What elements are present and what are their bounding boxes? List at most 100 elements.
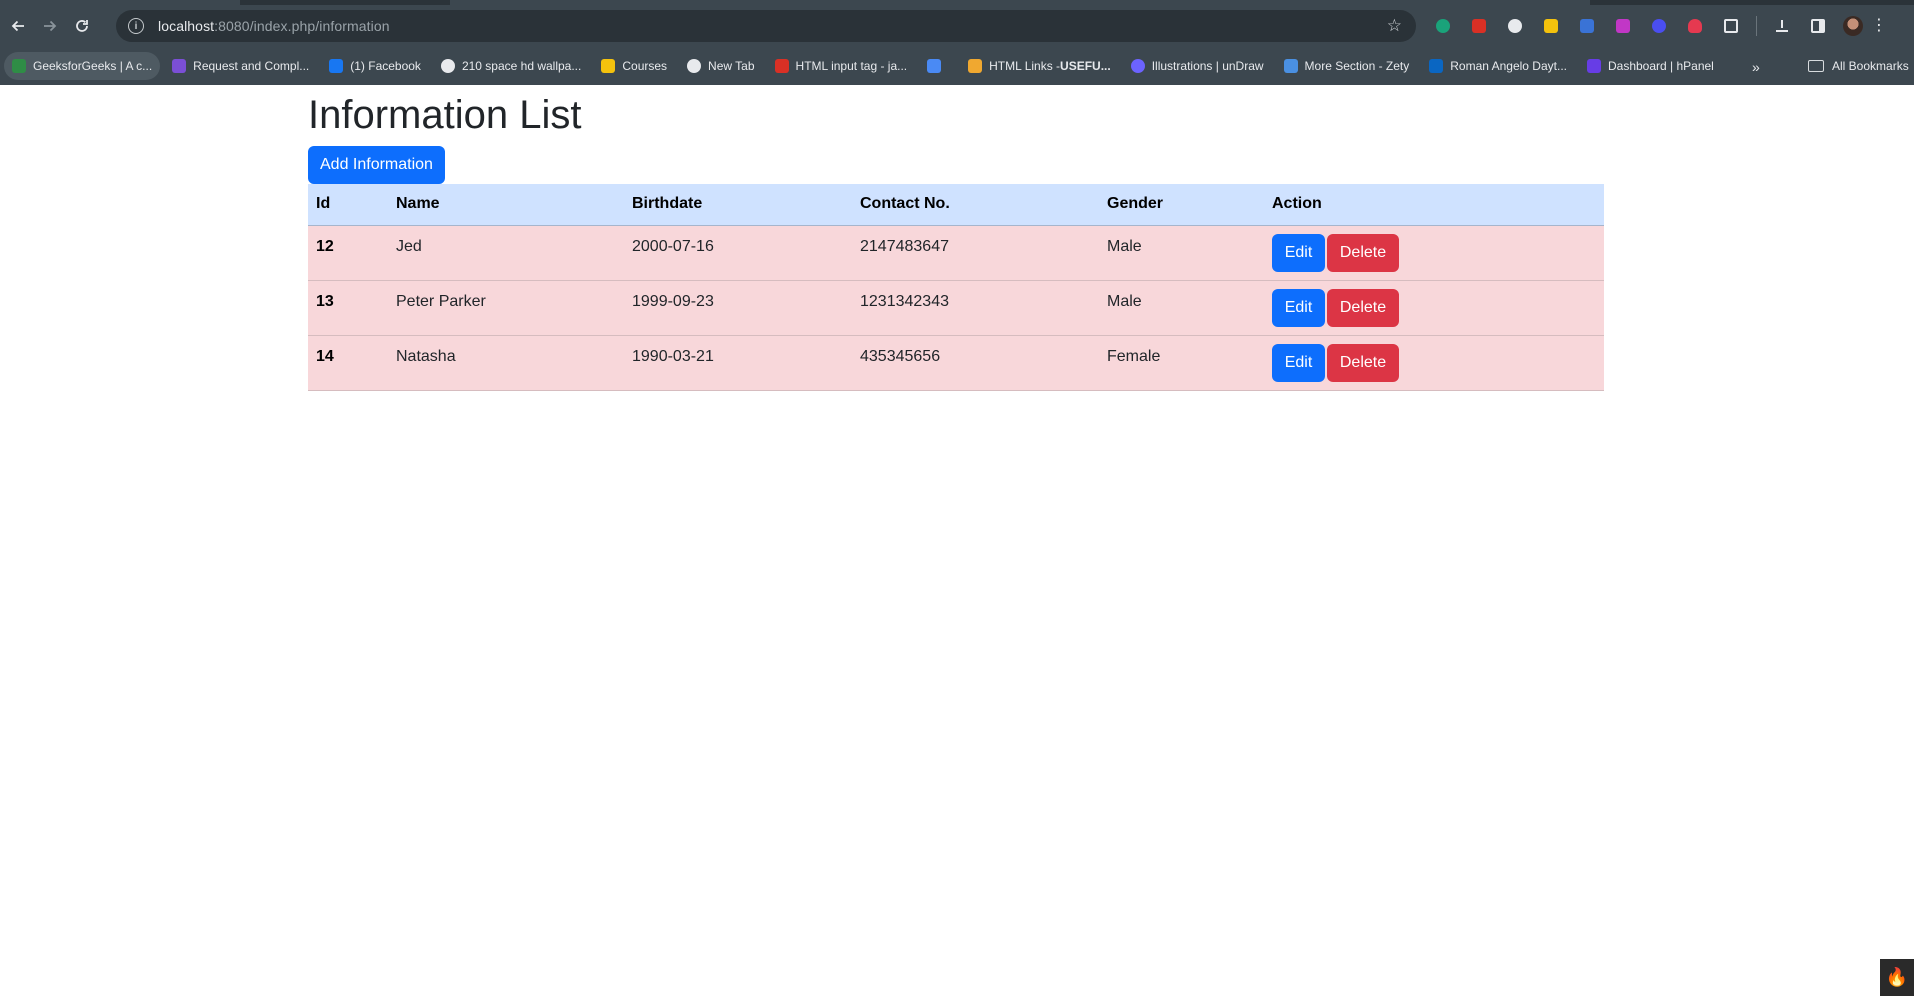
bookmark-favicon-icon [12, 59, 26, 73]
profile-avatar[interactable] [1843, 16, 1863, 36]
bookmark-item[interactable]: HTML Links - USEFU... [960, 52, 1119, 80]
reload-button[interactable] [66, 10, 98, 42]
back-button[interactable] [2, 10, 34, 42]
main-container: Information List Add Information Id Name… [308, 85, 1604, 391]
extension-icon[interactable] [1540, 15, 1562, 37]
bookmark-favicon-icon [968, 59, 983, 73]
delete-button[interactable]: Delete [1327, 343, 1399, 382]
bookmark-label: More Section - Zety [1304, 59, 1410, 73]
column-header-name: Name [388, 184, 624, 226]
contact-cell: 2147483647 [852, 225, 1099, 281]
table-row: 12 Jed 2000-07-16 2147483647 Male Edit Delete [308, 225, 1604, 281]
birthdate-cell: 1999-09-23 [624, 280, 852, 336]
bookmark-label: Courses [622, 59, 668, 73]
bookmark-item[interactable]: HTML input tag - ja... [767, 52, 916, 80]
bookmark-star-icon[interactable]: ☆ [1387, 17, 1402, 34]
url-path: :8080/index.php/information [214, 18, 390, 34]
bookmark-label: Request and Compl... [193, 59, 310, 73]
page-content: Information List Add Information Id Name… [0, 85, 1914, 996]
table-header-row: Id Name Birthdate Contact No. Gender Act… [308, 184, 1604, 226]
more-bookmarks-chevron-icon[interactable]: » [1752, 59, 1760, 75]
browser-chrome: i localhost:8080/index.php/information ☆… [0, 0, 1914, 85]
bookmark-item[interactable]: Roman Angelo Dayt... [1421, 52, 1575, 80]
bookmark-favicon-icon [927, 59, 942, 73]
address-bar[interactable]: i localhost:8080/index.php/information ☆ [116, 10, 1416, 42]
id-cell: 12 [308, 225, 388, 281]
bookmark-item[interactable]: Request and Compl... [164, 52, 317, 80]
extension-icon[interactable] [1468, 15, 1490, 37]
delete-button[interactable]: Delete [1327, 233, 1399, 272]
bookmark-favicon-icon [329, 59, 344, 73]
table-body: 12 Jed 2000-07-16 2147483647 Male Edit Delete 1… [308, 225, 1604, 391]
arrow-right-icon [44, 20, 57, 32]
bookmark-label: New Tab [708, 59, 755, 73]
bookmark-favicon-icon [774, 59, 789, 73]
url-text[interactable]: localhost:8080/index.php/information [158, 18, 390, 34]
bookmark-favicon-icon [1429, 59, 1444, 73]
reload-icon [76, 20, 88, 32]
bookmark-item[interactable]: Courses [593, 52, 675, 80]
all-bookmarks-folder[interactable]: All Bookmarks [1800, 52, 1914, 80]
action-cell: Edit Delete [1264, 225, 1604, 281]
site-info-icon[interactable]: i [128, 18, 144, 34]
column-header-action: Action [1264, 184, 1604, 226]
bookmark-label: HTML input tag - ja... [795, 59, 908, 73]
birthdate-cell: 1990-03-21 [624, 335, 852, 391]
gender-cell: Male [1099, 225, 1264, 281]
bookmark-label: Dashboard | hPanel [1607, 59, 1714, 73]
contact-cell: 1231342343 [852, 280, 1099, 336]
toolbar-divider [1756, 16, 1757, 36]
extension-icon[interactable] [1504, 15, 1526, 37]
extension-icon[interactable] [1684, 15, 1706, 37]
bookmark-item[interactable]: 210 space hd wallpa... [433, 52, 589, 80]
extension-icon[interactable] [1612, 15, 1634, 37]
bookmark-favicon-icon [440, 59, 455, 73]
bookmark-item[interactable]: New Tab [679, 52, 762, 80]
bookmark-item[interactable]: More Section - Zety [1276, 52, 1418, 80]
action-cell: Edit Delete [1264, 280, 1604, 336]
url-host: localhost [158, 18, 215, 34]
bookmark-favicon-icon [172, 59, 187, 73]
extension-icon[interactable] [1648, 15, 1670, 37]
debug-toolbar-flame-icon[interactable]: 🔥 [1880, 959, 1914, 996]
forward-button[interactable] [34, 10, 66, 42]
bookmark-favicon-icon [601, 59, 616, 73]
delete-button[interactable]: Delete [1327, 288, 1399, 327]
bookmark-label: (1) Facebook [350, 59, 421, 73]
bookmark-favicon-icon [1283, 59, 1298, 73]
bookmark-label: HTML Links - [989, 59, 1061, 73]
extensions-puzzle-icon[interactable] [1720, 15, 1742, 37]
id-cell: 14 [308, 335, 388, 391]
extensions-area: ⋮ [1432, 10, 1887, 42]
extension-icon[interactable] [1432, 15, 1454, 37]
page-title: Information List [308, 93, 582, 137]
folder-icon [1808, 60, 1824, 72]
edit-button[interactable]: Edit [1272, 288, 1325, 327]
bookmark-item[interactable] [919, 52, 956, 80]
extension-icon[interactable] [1576, 15, 1598, 37]
bookmark-favicon-icon [1130, 59, 1145, 73]
bookmarks-bar: GeeksforGeeks | A c... Request and Compl.… [0, 47, 1914, 85]
information-table: Id Name Birthdate Contact No. Gender Act… [308, 184, 1604, 391]
column-header-birthdate: Birthdate [624, 184, 852, 226]
bookmark-item[interactable]: (1) Facebook [321, 52, 429, 80]
edit-button[interactable]: Edit [1272, 343, 1325, 382]
gender-cell: Male [1099, 280, 1264, 336]
bookmark-label: GeeksforGeeks | A c... [33, 59, 153, 73]
menu-kebab-icon[interactable]: ⋮ [1871, 18, 1887, 34]
edit-button[interactable]: Edit [1272, 233, 1325, 272]
browser-toolbar: i localhost:8080/index.php/information ☆… [0, 5, 1914, 47]
bookmark-label: Illustrations | unDraw [1151, 59, 1264, 73]
download-icon[interactable] [1771, 15, 1793, 37]
bookmark-label-bold: USEFU... [1060, 59, 1111, 73]
add-information-button[interactable]: Add Information [308, 146, 445, 184]
side-panel-icon[interactable] [1807, 15, 1829, 37]
arrow-left-icon [11, 20, 24, 32]
bookmark-item[interactable]: Illustrations | unDraw [1123, 52, 1272, 80]
gender-cell: Female [1099, 335, 1264, 391]
all-bookmarks-label: All Bookmarks [1832, 59, 1909, 73]
bookmark-item[interactable]: GeeksforGeeks | A c... [4, 52, 161, 80]
bookmark-favicon-icon [1586, 59, 1601, 73]
id-cell: 13 [308, 280, 388, 336]
bookmark-item[interactable]: Dashboard | hPanel [1579, 52, 1722, 80]
